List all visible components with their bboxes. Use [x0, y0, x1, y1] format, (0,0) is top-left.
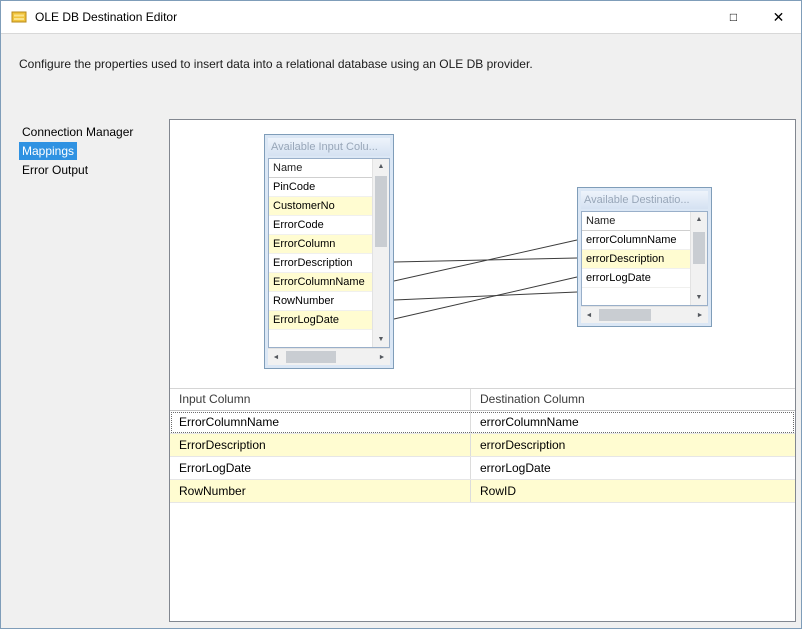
mapping-table: Input Column Destination Column ErrorCol…: [170, 388, 795, 503]
scroll-right-icon[interactable]: ►: [692, 307, 708, 323]
mapping-row[interactable]: RowNumber RowID: [170, 480, 795, 503]
input-horizontal-scrollbar[interactable]: ◄ ►: [268, 348, 390, 365]
mapping-row[interactable]: ErrorLogDate errorLogDate: [170, 457, 795, 480]
input-column-row[interactable]: ErrorColumn: [269, 235, 372, 254]
destination-horizontal-scrollbar[interactable]: ◄ ►: [581, 306, 708, 323]
destination-column-row[interactable]: errorLogDate: [582, 269, 690, 288]
maximize-button[interactable]: □: [711, 1, 756, 33]
mapping-row[interactable]: ErrorColumnName errorColumnName: [170, 411, 795, 434]
scroll-thumb[interactable]: [375, 176, 387, 247]
destination-column-row[interactable]: errorColumnName: [582, 231, 690, 250]
destination-column-row[interactable]: errorDescription: [582, 250, 690, 269]
sidebar-item-mappings[interactable]: Mappings: [19, 142, 77, 160]
input-column-row[interactable]: ErrorDescription: [269, 254, 372, 273]
mapping-table-header: Input Column Destination Column: [170, 389, 795, 411]
input-columns-list: Name PinCode CustomerNo ErrorCode ErrorC…: [269, 159, 372, 347]
app-icon: [11, 9, 27, 25]
scroll-thumb[interactable]: [599, 309, 651, 321]
destination-columns-box-title[interactable]: Available Destinatio...: [581, 191, 708, 209]
available-destination-columns-box: Available Destinatio... Name errorColumn…: [577, 187, 712, 327]
close-button[interactable]: ✕: [756, 1, 801, 33]
scroll-left-icon[interactable]: ◄: [581, 307, 597, 323]
scroll-left-icon[interactable]: ◄: [268, 349, 284, 365]
scroll-thumb[interactable]: [286, 351, 336, 363]
scroll-right-icon[interactable]: ►: [374, 349, 390, 365]
input-column-row[interactable]: CustomerNo: [269, 197, 372, 216]
mappings-panel: Available Input Colu... Name PinCode Cus…: [169, 119, 796, 622]
scroll-up-icon[interactable]: ▲: [691, 212, 707, 227]
mapping-row[interactable]: ErrorDescription errorDescription: [170, 434, 795, 457]
mapping-cell-input[interactable]: ErrorColumnName: [170, 411, 470, 433]
scroll-up-icon[interactable]: ▲: [373, 159, 389, 174]
input-columns-box-title[interactable]: Available Input Colu...: [268, 138, 390, 156]
mapping-cell-input[interactable]: ErrorDescription: [170, 434, 470, 456]
mapping-cell-input[interactable]: RowNumber: [170, 480, 470, 502]
window-title: OLE DB Destination Editor: [35, 10, 177, 24]
ole-db-destination-editor-window: OLE DB Destination Editor □ ✕ Configure …: [0, 0, 802, 629]
scroll-down-icon[interactable]: ▼: [691, 290, 707, 305]
mapping-cell-destination[interactable]: errorColumnName: [470, 411, 795, 433]
sidebar: Connection Manager Mappings Error Output: [19, 123, 161, 180]
dialog-description: Configure the properties used to insert …: [19, 57, 759, 71]
destination-columns-header[interactable]: Name: [582, 212, 690, 231]
mapping-cell-destination[interactable]: errorDescription: [470, 434, 795, 456]
input-vertical-scrollbar[interactable]: ▲ ▼: [372, 159, 389, 347]
input-column-row[interactable]: PinCode: [269, 178, 372, 197]
mapping-cell-destination[interactable]: errorLogDate: [470, 457, 795, 479]
input-columns-header[interactable]: Name: [269, 159, 372, 178]
scroll-thumb[interactable]: [693, 232, 705, 264]
available-input-columns-box: Available Input Colu... Name PinCode Cus…: [264, 134, 394, 369]
sidebar-item-error-output[interactable]: Error Output: [19, 161, 91, 179]
mapping-cell-destination[interactable]: RowID: [470, 480, 795, 502]
destination-vertical-scrollbar[interactable]: ▲ ▼: [690, 212, 707, 305]
scroll-down-icon[interactable]: ▼: [373, 332, 389, 347]
input-column-row[interactable]: ErrorLogDate: [269, 311, 372, 330]
input-column-row[interactable]: ErrorCode: [269, 216, 372, 235]
column-header-destination[interactable]: Destination Column: [470, 389, 795, 410]
titlebar[interactable]: OLE DB Destination Editor □ ✕: [1, 1, 801, 34]
column-header-input[interactable]: Input Column: [170, 389, 470, 410]
window-controls: □ ✕: [711, 1, 801, 33]
input-column-row[interactable]: ErrorColumnName: [269, 273, 372, 292]
input-column-row[interactable]: RowNumber: [269, 292, 372, 311]
sidebar-item-connection-manager[interactable]: Connection Manager: [19, 123, 136, 141]
mapping-cell-input[interactable]: ErrorLogDate: [170, 457, 470, 479]
destination-columns-list: Name errorColumnName errorDescription er…: [582, 212, 690, 305]
